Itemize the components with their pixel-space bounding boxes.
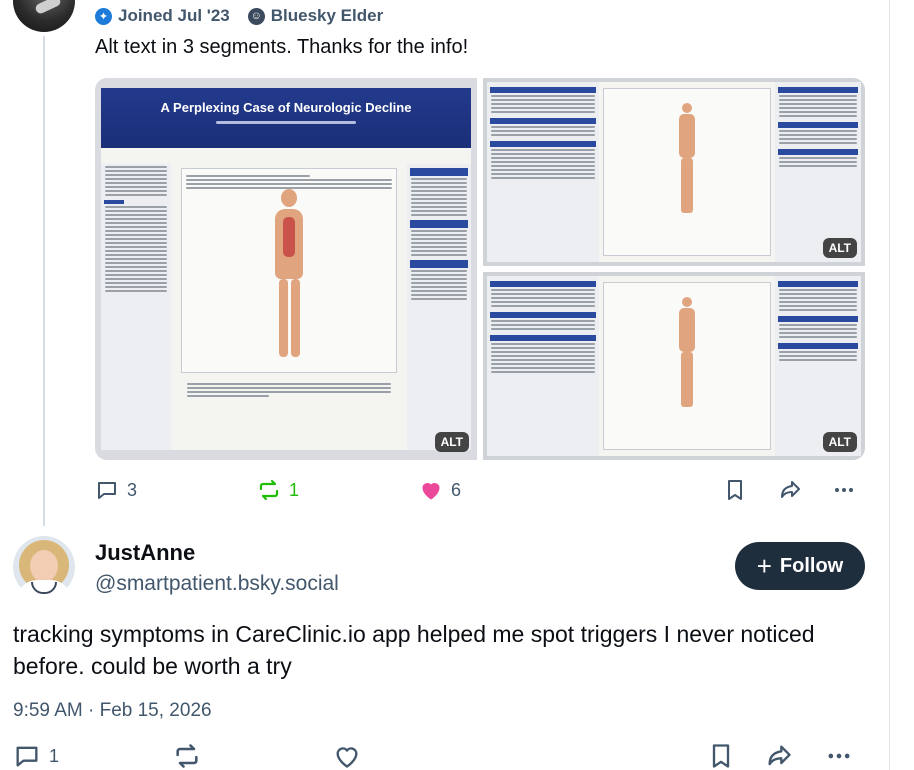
share-button[interactable] bbox=[765, 742, 793, 770]
post-text: Alt text in 3 segments. Thanks for the i… bbox=[95, 36, 469, 58]
body-diagram bbox=[679, 103, 696, 223]
joined-label: Joined Jul '23 bbox=[118, 6, 230, 25]
bookmark-icon bbox=[728, 480, 742, 500]
image-gallery: A Perplexing Case of Neurologic Decline bbox=[95, 78, 865, 460]
display-name[interactable]: JustAnne bbox=[95, 540, 195, 566]
post-image-1[interactable]: A Perplexing Case of Neurologic Decline bbox=[95, 78, 477, 460]
poster-photo bbox=[487, 82, 861, 262]
poster-left-column bbox=[101, 164, 171, 450]
post-actions: 1 bbox=[13, 742, 865, 770]
user-handle[interactable]: @smartpatient.bsky.social bbox=[95, 572, 339, 596]
repost-count: 1 bbox=[289, 479, 300, 500]
follow-label: Follow bbox=[779, 554, 844, 577]
reply-button[interactable]: 1 bbox=[13, 742, 59, 770]
share-icon bbox=[768, 745, 791, 766]
badge-label: Bluesky Elder bbox=[270, 6, 384, 25]
repost-button[interactable] bbox=[173, 742, 201, 770]
repost-icon bbox=[176, 744, 198, 768]
author-meta: ✦ Joined Jul '23 ☺ Bluesky Elder bbox=[95, 6, 383, 26]
avatar[interactable] bbox=[13, 0, 75, 32]
more-icon bbox=[835, 488, 853, 492]
poster-title: A Perplexing Case of Neurologic Decline bbox=[160, 100, 412, 115]
poster-body bbox=[101, 164, 471, 450]
column-border bbox=[889, 0, 890, 770]
repost-icon bbox=[259, 479, 279, 501]
like-button[interactable] bbox=[333, 742, 361, 770]
image-column: ALT ALT bbox=[483, 78, 865, 460]
avatar[interactable] bbox=[13, 536, 75, 598]
bookmark-button[interactable] bbox=[707, 742, 735, 770]
post-timestamp[interactable]: 9:59 AM · Feb 15, 2026 bbox=[13, 700, 212, 722]
alt-badge[interactable]: ALT bbox=[822, 432, 857, 452]
joined-info: ✦ Joined Jul '23 bbox=[95, 6, 230, 26]
reply-button[interactable]: 3 bbox=[95, 478, 137, 502]
more-options-button[interactable] bbox=[832, 478, 856, 502]
new-account-icon: ✦ bbox=[95, 7, 112, 25]
alt-badge[interactable]: ALT bbox=[434, 432, 469, 452]
elder-icon: ☺ bbox=[247, 7, 265, 25]
thread-line bbox=[43, 36, 45, 526]
poster-right-column bbox=[407, 164, 471, 450]
alt-badge[interactable]: ALT bbox=[822, 238, 857, 258]
repost-button[interactable]: 1 bbox=[257, 478, 299, 502]
share-button[interactable] bbox=[778, 478, 802, 502]
like-button[interactable]: 6 bbox=[419, 478, 461, 502]
post-actions: 3 1 6 bbox=[95, 478, 865, 502]
plus-icon: + bbox=[756, 551, 772, 581]
poster-authors bbox=[101, 120, 471, 126]
reply-icon bbox=[98, 482, 116, 499]
more-icon bbox=[828, 753, 850, 759]
heart-icon bbox=[422, 483, 440, 500]
post-text: tracking symptoms in CareClinic.io app h… bbox=[13, 621, 815, 679]
more-options-button[interactable] bbox=[825, 742, 853, 770]
like-count: 6 bbox=[451, 479, 462, 500]
bookmark-button[interactable] bbox=[723, 478, 747, 502]
elder-badge: ☺ Bluesky Elder bbox=[247, 6, 384, 26]
poster-photo bbox=[487, 276, 861, 456]
post-image-2[interactable]: ALT bbox=[483, 78, 865, 266]
heart-icon bbox=[336, 747, 358, 768]
poster-photo: A Perplexing Case of Neurologic Decline bbox=[101, 88, 471, 450]
poster-banner: A Perplexing Case of Neurologic Decline bbox=[101, 88, 471, 148]
share-icon bbox=[781, 481, 800, 498]
reply-count: 3 bbox=[127, 479, 138, 500]
reply-icon bbox=[16, 746, 38, 767]
post-image-3[interactable]: ALT bbox=[483, 272, 865, 460]
body-diagram bbox=[679, 297, 696, 417]
poster-figure-panel bbox=[177, 164, 401, 450]
follow-button[interactable]: + Follow bbox=[735, 542, 865, 590]
reply-count: 1 bbox=[49, 745, 60, 766]
body-diagram bbox=[274, 189, 304, 359]
bookmark-icon bbox=[712, 744, 730, 768]
figure-caption bbox=[187, 381, 391, 399]
poster-figure-box bbox=[181, 168, 397, 373]
